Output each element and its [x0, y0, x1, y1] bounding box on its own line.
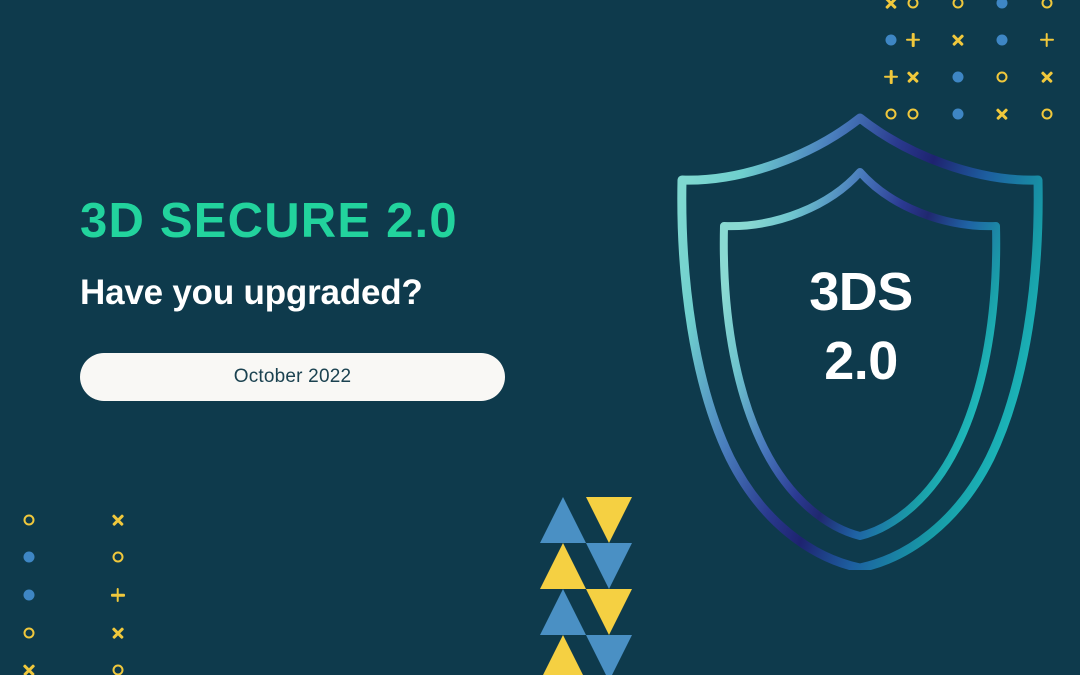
pattern-cell	[96, 539, 141, 577]
decorative-pattern-bottom-left	[0, 501, 140, 675]
pattern-cell	[902, 58, 924, 95]
circle-outline-icon	[1041, 0, 1053, 8]
pattern-cell	[7, 576, 52, 614]
circle-outline-icon	[112, 551, 124, 563]
filled-dot-icon	[996, 0, 1008, 8]
pattern-cell	[96, 614, 141, 652]
x-mark-icon	[951, 33, 965, 47]
pattern-cell	[925, 21, 947, 58]
circle-outline-icon	[907, 0, 919, 8]
pattern-cell	[51, 576, 96, 614]
pattern-cell	[51, 501, 96, 539]
logo-triangle-down	[586, 543, 632, 589]
pattern-cell	[991, 0, 1013, 21]
pattern-cell	[991, 58, 1013, 95]
pattern-cell	[7, 539, 52, 577]
date-pill[interactable]: October 2022	[80, 353, 505, 402]
pattern-cell	[880, 21, 902, 58]
pattern-cell	[947, 21, 969, 58]
pattern-cell	[51, 539, 96, 577]
pattern-cell	[969, 58, 991, 95]
logo-triangle-up	[540, 589, 586, 635]
circle-outline-icon	[23, 514, 35, 526]
pattern-cell	[925, 58, 947, 95]
pattern-cell	[1014, 58, 1036, 95]
logo-triangle-down	[586, 497, 632, 543]
logo-triangle-up	[540, 635, 586, 675]
page-title: 3D SECURE 2.0	[80, 194, 458, 248]
plus-mark-icon	[906, 33, 920, 47]
pattern-cell	[902, 21, 924, 58]
pattern-cell	[7, 501, 52, 539]
pattern-cell	[96, 501, 141, 539]
pattern-cell	[947, 58, 969, 95]
pattern-cell	[902, 0, 924, 21]
logo-triangle-up	[540, 543, 586, 589]
logo-triangle-down	[586, 589, 632, 635]
pattern-cell	[96, 576, 141, 614]
filled-dot-icon	[885, 34, 897, 45]
pattern-cell	[969, 21, 991, 58]
pattern-cell	[1014, 0, 1036, 21]
poster-canvas: 3D SECURE 2.0 Have you upgraded? October…	[0, 0, 1080, 675]
pattern-cell	[969, 0, 991, 21]
logo-triangle-up	[540, 497, 586, 543]
circle-outline-icon	[23, 627, 35, 639]
filled-dot-icon	[23, 589, 35, 601]
brand-logo-icon	[540, 497, 632, 675]
pattern-cell	[880, 58, 902, 95]
pattern-cell	[7, 651, 52, 675]
pattern-cell	[947, 0, 969, 21]
filled-dot-icon	[23, 551, 35, 563]
pattern-cell	[925, 0, 947, 21]
circle-outline-icon	[952, 0, 964, 8]
pattern-cell	[880, 0, 902, 21]
x-mark-icon	[884, 0, 898, 10]
x-mark-icon	[111, 626, 125, 640]
circle-outline-icon	[996, 71, 1008, 82]
pattern-cell	[96, 651, 141, 675]
pattern-cell	[1036, 58, 1058, 95]
plus-mark-icon	[884, 70, 898, 84]
filled-dot-icon	[996, 34, 1008, 45]
pattern-cell	[51, 651, 96, 675]
x-mark-icon	[111, 513, 125, 527]
pattern-cell	[7, 614, 52, 652]
page-subtitle: Have you upgraded?	[80, 272, 423, 312]
x-mark-icon	[906, 70, 920, 84]
logo-triangle-down	[586, 635, 632, 675]
pattern-cell	[991, 21, 1013, 58]
filled-dot-icon	[952, 71, 964, 82]
plus-mark-icon	[1040, 33, 1054, 47]
x-mark-icon	[1040, 70, 1054, 84]
circle-outline-icon	[112, 664, 124, 675]
x-mark-icon	[22, 663, 36, 675]
text-block: 3D SECURE 2.0 Have you upgraded? October…	[80, 194, 600, 402]
plus-mark-icon	[111, 588, 125, 602]
pattern-cell	[1014, 21, 1036, 58]
shield-icon: 3DS 2.0	[672, 108, 1050, 570]
date-pill-label: October 2022	[233, 366, 352, 388]
pattern-cell	[1036, 21, 1058, 58]
pattern-cell	[1036, 0, 1058, 21]
pattern-cell	[51, 614, 96, 652]
